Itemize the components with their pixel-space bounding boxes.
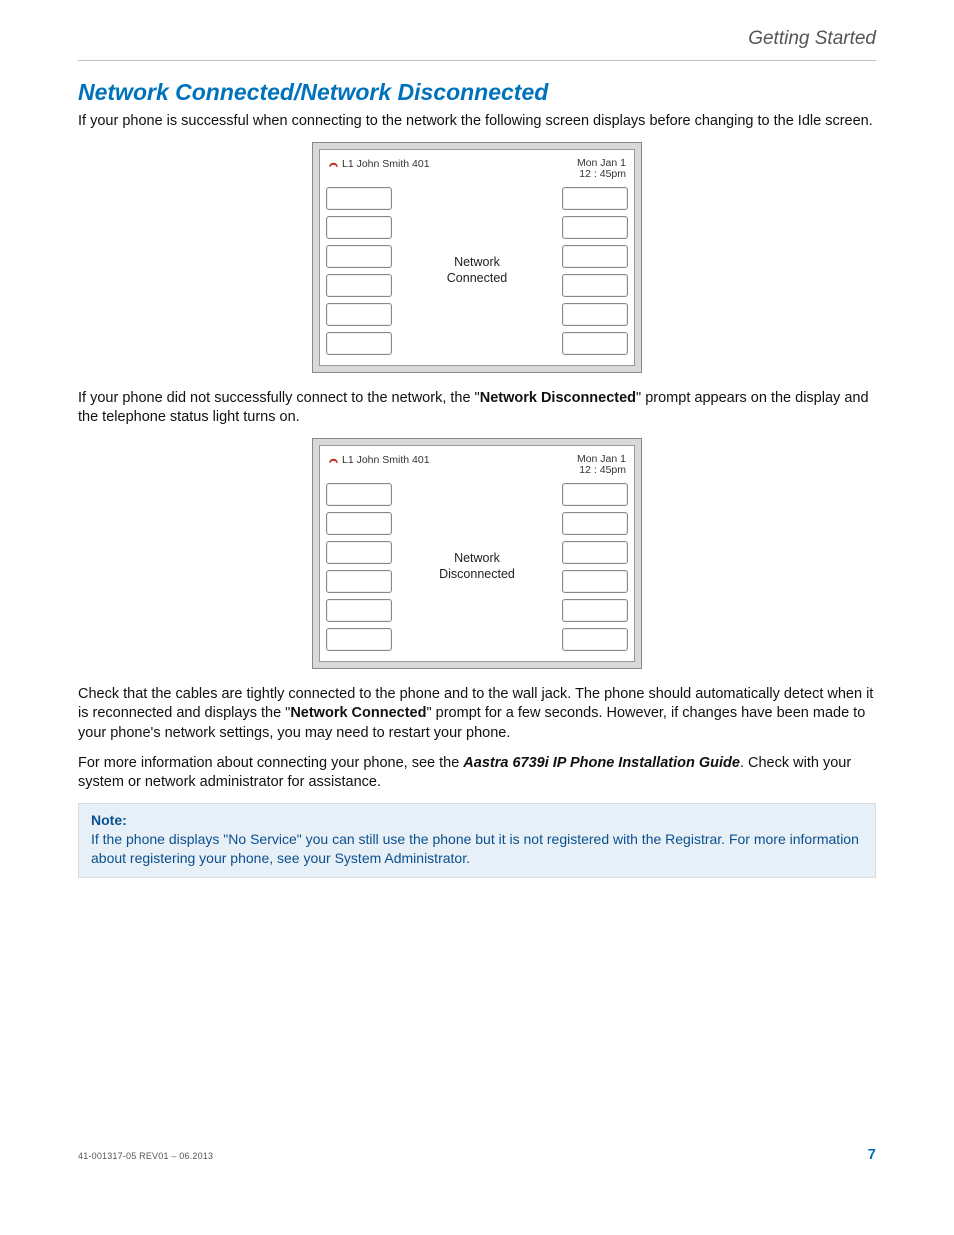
phone-statusbar: L1 John Smith 401 Mon Jan 1 12 : 45pm [326,452,628,483]
paragraph-disconnected: If your phone did not successfully conne… [78,389,876,428]
figure-phone-connected: L1 John Smith 401 Mon Jan 1 12 : 45pm [78,142,876,373]
paragraph-check-cables: Check that the cables are tightly connec… [78,685,876,744]
phone-body: Network Connected [326,187,628,355]
phone-status-line1: Network [447,255,507,271]
phone-screen: L1 John Smith 401 Mon Jan 1 12 : 45pm [319,445,635,662]
softkey[interactable] [326,245,392,268]
phone-status-text: Network Disconnected [398,483,556,651]
softkey[interactable] [326,570,392,593]
para3-bold: Network Connected [290,705,426,721]
softkey[interactable] [562,483,628,506]
softkey[interactable] [326,187,392,210]
softkey[interactable] [326,332,392,355]
softkey[interactable] [562,541,628,564]
phone-line-text: L1 John Smith 401 [342,454,430,466]
softkey[interactable] [562,245,628,268]
softkey[interactable] [326,216,392,239]
softkey[interactable] [326,483,392,506]
softkey[interactable] [326,303,392,326]
phone-status-text: Network Connected [398,187,556,355]
phone-status-line2: Connected [447,271,507,287]
softkey[interactable] [326,628,392,651]
softkey[interactable] [562,274,628,297]
phone-body: Network Disconnected [326,483,628,651]
phone-handset-icon [328,456,339,464]
softkey[interactable] [326,512,392,535]
softkey-column-right [562,483,628,651]
section-heading: Network Connected/Network Disconnected [78,79,876,106]
phone-line-label: L1 John Smith 401 [328,158,430,170]
para4-bold-italic: Aastra 6739i IP Phone Installation Guide [463,755,740,771]
para2-bold: Network Disconnected [480,390,636,406]
phone-line-text: L1 John Smith 401 [342,158,430,170]
softkey-column-right [562,187,628,355]
phone-clock: Mon Jan 1 12 : 45pm [577,454,626,477]
para2-part-a: If your phone did not successfully conne… [78,390,480,406]
paragraph-more-info: For more information about connecting yo… [78,754,876,793]
footer-page-number: 7 [868,1146,876,1163]
figure-phone-disconnected: L1 John Smith 401 Mon Jan 1 12 : 45pm [78,438,876,669]
page-content: Getting Started Network Connected/Networ… [0,0,954,878]
paragraph-intro: If your phone is successful when connect… [78,112,876,132]
softkey[interactable] [562,570,628,593]
softkey[interactable] [562,332,628,355]
phone-status-line1: Network [439,551,515,567]
phone-status-line2: Disconnected [439,567,515,583]
phone-screen: L1 John Smith 401 Mon Jan 1 12 : 45pm [319,149,635,366]
note-callout: Note: If the phone displays "No Service"… [78,803,876,879]
softkey[interactable] [326,274,392,297]
phone-line-label: L1 John Smith 401 [328,454,430,466]
phone-time: 12 : 45pm [577,465,626,477]
softkey[interactable] [326,599,392,622]
footer-docid: 41-001317-05 REV01 – 06.2013 [78,1151,213,1161]
note-label: Note: [91,812,863,828]
header-rule [78,60,876,61]
softkey[interactable] [562,216,628,239]
phone-time: 12 : 45pm [577,169,626,181]
softkey[interactable] [326,541,392,564]
softkey[interactable] [562,187,628,210]
page-footer: 41-001317-05 REV01 – 06.2013 7 [78,1146,876,1163]
phone-statusbar: L1 John Smith 401 Mon Jan 1 12 : 45pm [326,156,628,187]
running-header: Getting Started [78,28,876,60]
phone-frame: L1 John Smith 401 Mon Jan 1 12 : 45pm [312,142,642,373]
softkey-column-left [326,187,392,355]
para4-part-a: For more information about connecting yo… [78,755,463,771]
softkey-column-left [326,483,392,651]
softkey[interactable] [562,628,628,651]
softkey[interactable] [562,512,628,535]
softkey[interactable] [562,303,628,326]
softkey[interactable] [562,599,628,622]
phone-handset-icon [328,160,339,168]
phone-clock: Mon Jan 1 12 : 45pm [577,158,626,181]
phone-frame: L1 John Smith 401 Mon Jan 1 12 : 45pm [312,438,642,669]
note-text: If the phone displays "No Service" you c… [91,830,863,868]
